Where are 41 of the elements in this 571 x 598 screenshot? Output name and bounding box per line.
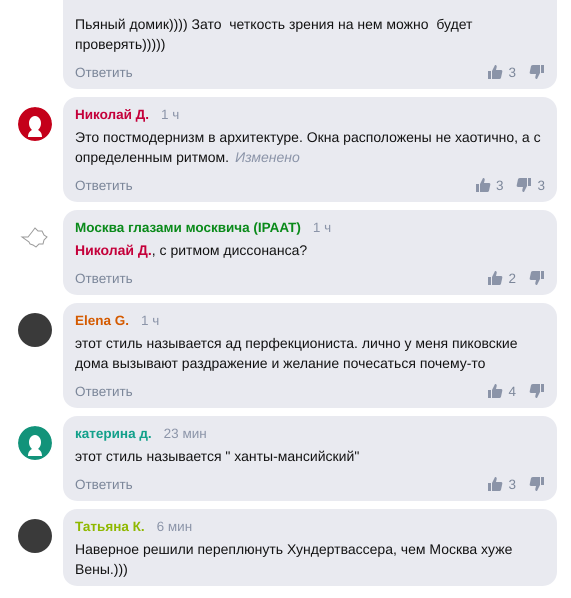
reply-link[interactable]: Ответить bbox=[75, 384, 133, 398]
reply-link[interactable]: Ответить bbox=[75, 476, 133, 492]
author-name[interactable]: Николай Д. bbox=[75, 107, 150, 122]
author-name[interactable]: Москва глазами москвича (IPAAT) bbox=[75, 220, 301, 235]
avatar-icon[interactable] bbox=[18, 426, 52, 460]
author-name[interactable]: Elena G. bbox=[75, 313, 130, 328]
comment-text: этот стиль называется ад перфекциониста. лично у меня пиковские дома вызывают раздражение и желание почесаться почему-то bbox=[75, 334, 519, 373]
comment-time: 1 ч bbox=[312, 220, 332, 235]
comment-time: 23 мин bbox=[164, 426, 207, 441]
dislike-count: 3 bbox=[537, 178, 545, 192]
comment-text: этот стиль называется " ханты-мансийский" bbox=[75, 447, 360, 466]
comment-text: Пьяный домик)))) Зато четкость зрения на нем можно будет проверять))))) bbox=[75, 15, 474, 54]
reply-link[interactable]: Ответить bbox=[75, 64, 133, 80]
thumbs-up-icon[interactable] bbox=[487, 476, 504, 492]
reply-link[interactable]: Ответить bbox=[75, 178, 133, 192]
thumbs-up-icon[interactable] bbox=[487, 270, 504, 286]
comment-time: 1 ч bbox=[161, 107, 180, 122]
like-count: 3 bbox=[508, 476, 516, 492]
thumbs-down-icon[interactable] bbox=[529, 383, 545, 399]
thumbs-up-icon[interactable] bbox=[487, 64, 504, 80]
thumbs-down-icon[interactable] bbox=[529, 476, 545, 492]
avatar-photo-placeholder[interactable] bbox=[18, 313, 52, 347]
avatar-photo-placeholder[interactable] bbox=[18, 519, 52, 553]
comment-text: Это постмодернизм в архитектуре. Окна расположены не хаотично, а с определенным ритмом. Изменено bbox=[75, 128, 542, 167]
like-count: 3 bbox=[508, 64, 516, 80]
comment-time: 6 мин bbox=[156, 519, 192, 534]
comment-time: 1 ч bbox=[141, 313, 160, 328]
like-count: 4 bbox=[508, 384, 516, 398]
like-count: 2 bbox=[508, 270, 516, 286]
comment-text: Николай Д., с ритмом диссонанса? bbox=[75, 241, 308, 260]
reply-link[interactable]: Ответить bbox=[75, 270, 133, 286]
thumbs-up-icon[interactable] bbox=[487, 383, 504, 399]
thumbs-down-icon[interactable] bbox=[529, 270, 545, 286]
like-count: 3 bbox=[496, 178, 504, 192]
author-name[interactable]: катерина д. bbox=[75, 426, 152, 441]
comment-text: Наверное решили переплюнуть Хундертвассера, чем Москва хуже Вены.))) bbox=[75, 540, 514, 579]
thumbs-down-icon[interactable] bbox=[516, 177, 532, 193]
thumbs-up-icon[interactable] bbox=[474, 177, 491, 193]
author-name[interactable]: Татьяна К. bbox=[75, 519, 145, 534]
thumbs-down-icon[interactable] bbox=[529, 64, 545, 80]
avatar-icon[interactable] bbox=[18, 107, 52, 141]
